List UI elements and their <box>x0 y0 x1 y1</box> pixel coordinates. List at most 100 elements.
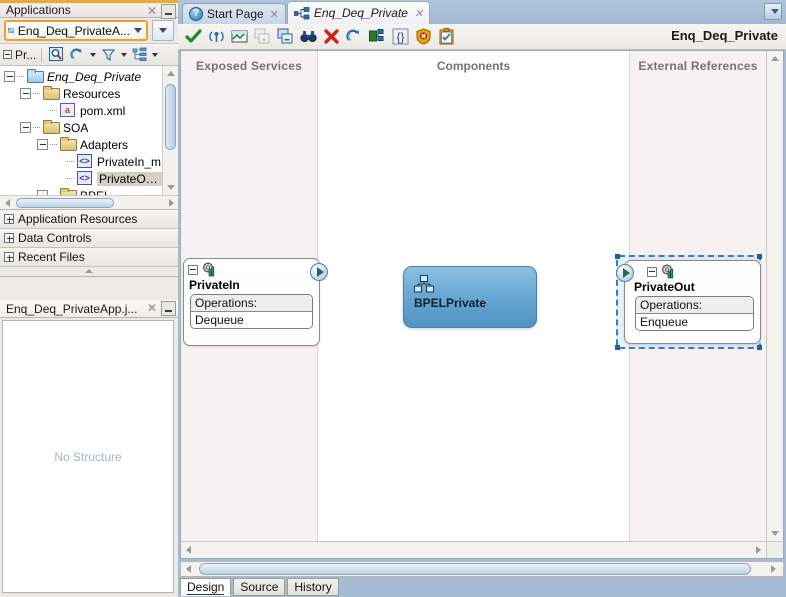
left-dock: Applications ✕ Enq_Deq_PrivateA... Pr...… <box>0 0 178 597</box>
scroll-right-arrow[interactable] <box>766 565 781 573</box>
scroll-up-arrow[interactable] <box>767 51 783 66</box>
expand-icon[interactable] <box>37 139 48 150</box>
expand-icon[interactable] <box>4 71 15 82</box>
editor-horizontal-scrollbar[interactable] <box>180 561 784 577</box>
remove-component-icon[interactable] <box>275 27 295 47</box>
operation-item[interactable]: Enqueue <box>636 314 753 330</box>
scroll-right-arrow[interactable] <box>164 198 178 207</box>
tree-connector <box>50 144 58 145</box>
tree-item-project[interactable]: Enq_Deq_Private <box>0 68 162 85</box>
tree-item-bpel-folder[interactable]: BPEL <box>0 187 162 195</box>
collapse-icon[interactable] <box>3 50 12 59</box>
add-component-icon[interactable] <box>252 27 272 47</box>
tree-item-adapters[interactable]: Adapters <box>0 136 162 153</box>
wsdl-file-icon: <> <box>77 171 94 186</box>
refresh-icon[interactable] <box>68 46 86 64</box>
close-icon[interactable]: ✕ <box>414 7 423 20</box>
composite-diagram[interactable]: Exposed Services External References Com… <box>181 51 766 541</box>
tab-label: Start Page <box>207 7 264 21</box>
component-bpelprivate[interactable]: BPELPrivate <box>403 266 537 328</box>
structure-panel-titlebar: Enq_Deq_PrivateApp.j... ✕ <box>0 300 178 318</box>
project-tree[interactable]: Enq_Deq_Private Resources a pom.xml SOA … <box>0 68 162 195</box>
policies-icon[interactable] <box>413 27 433 47</box>
toolbar-separator <box>41 47 43 62</box>
deploy-icon[interactable] <box>367 27 387 47</box>
accordion-recent-files[interactable]: Recent Files <box>0 248 178 267</box>
expand-icon[interactable] <box>20 88 31 99</box>
tree-item-pom-xml[interactable]: a pom.xml <box>0 102 162 119</box>
scroll-down-arrow[interactable] <box>767 526 783 541</box>
collapse-icon[interactable] <box>647 266 657 277</box>
scroll-left-arrow[interactable] <box>181 565 196 573</box>
chevron-down-icon[interactable] <box>121 52 128 57</box>
chevron-down-icon[interactable] <box>90 52 97 57</box>
close-icon[interactable]: ✕ <box>145 4 159 18</box>
properties-icon[interactable] <box>436 27 456 47</box>
tab-source[interactable]: Source <box>233 578 286 596</box>
scroll-down-arrow[interactable] <box>163 180 178 195</box>
external-reference-privateout[interactable]: PrivateOut Operations: Enqueue <box>616 260 761 344</box>
search-projects-icon[interactable] <box>47 46 65 64</box>
tab-start-page[interactable]: ? Start Page ✕ <box>182 3 286 24</box>
scroll-up-arrow[interactable] <box>163 66 178 81</box>
scrollbar-thumb[interactable] <box>165 84 176 150</box>
tab-design[interactable]: Design <box>180 578 232 596</box>
expand-icon[interactable] <box>4 214 14 224</box>
validate-icon[interactable] <box>183 27 203 47</box>
tree-vertical-scrollbar[interactable] <box>162 66 178 209</box>
project-folder-icon <box>27 69 44 84</box>
scroll-right-arrow[interactable] <box>751 546 766 554</box>
scrollbar-thumb[interactable] <box>199 563 751 575</box>
exposed-service-privatein[interactable]: PrivateIn Operations: Dequeue <box>183 258 328 346</box>
tabbar-dropdown-button[interactable] <box>764 3 782 20</box>
close-icon[interactable]: ✕ <box>270 8 279 21</box>
canvas-vertical-scrollbar[interactable] <box>766 51 783 541</box>
tree-item-privatein[interactable]: <> PrivateIn_m <box>0 153 162 170</box>
editor-dock: ? Start Page ✕ Enq_Deq_Private ✕ {} Enq_… <box>178 0 786 597</box>
tree-horizontal-scrollbar[interactable] <box>0 195 178 209</box>
structure-panel-buttons: ✕ <box>145 301 176 316</box>
scroll-left-arrow[interactable] <box>181 546 196 554</box>
projects-toolbar-label: Pr... <box>3 48 36 62</box>
node-header <box>625 261 760 279</box>
refresh-icon[interactable] <box>344 27 364 47</box>
view-options-icon[interactable] <box>130 46 148 64</box>
close-icon[interactable]: ✕ <box>145 301 159 315</box>
source-braces-icon[interactable]: {} <box>390 27 410 47</box>
accordion-application-resources[interactable]: Application Resources <box>0 210 178 229</box>
operation-item[interactable]: Dequeue <box>191 312 312 328</box>
accordion-data-controls[interactable]: Data Controls <box>0 229 178 248</box>
application-dropdown-button[interactable] <box>152 20 174 41</box>
reference-arrow-icon[interactable] <box>616 264 634 282</box>
jdeveloper-window: Applications ✕ Enq_Deq_PrivateA... Pr...… <box>0 0 786 597</box>
scroll-left-arrow[interactable] <box>0 198 14 207</box>
collapse-icon[interactable] <box>188 264 198 275</box>
scrollbar-track[interactable] <box>14 197 164 209</box>
service-arrow-icon[interactable] <box>310 263 328 281</box>
minimize-icon[interactable] <box>161 301 176 316</box>
panel-splitter[interactable] <box>0 267 178 277</box>
tree-item-soa[interactable]: SOA <box>0 119 162 136</box>
expand-icon[interactable] <box>20 122 31 133</box>
delete-icon[interactable] <box>321 27 341 47</box>
minimize-icon[interactable] <box>161 4 176 19</box>
application-combobox[interactable]: Enq_Deq_PrivateA... <box>4 20 148 41</box>
tab-history[interactable]: History <box>287 578 339 596</box>
filter-icon[interactable] <box>99 46 117 64</box>
tab-label: History <box>294 580 332 594</box>
find-icon[interactable] <box>298 27 318 47</box>
tab-enq-deq-private[interactable]: Enq_Deq_Private ✕ <box>286 1 431 24</box>
monitor-icon[interactable] <box>229 27 249 47</box>
expand-icon[interactable] <box>4 252 14 262</box>
composite-canvas: Exposed Services External References Com… <box>180 50 784 559</box>
tree-item-privateout[interactable]: <> PrivateOut_ <box>0 170 162 187</box>
folder-icon <box>43 86 60 101</box>
expand-icon[interactable] <box>4 233 14 243</box>
test-icon[interactable] <box>206 27 226 47</box>
canvas-horizontal-scrollbar[interactable] <box>181 541 766 558</box>
tree-item-resources[interactable]: Resources <box>0 85 162 102</box>
operations-box: Operations: Enqueue <box>635 296 754 331</box>
scrollbar-thumb[interactable] <box>16 197 114 208</box>
svg-text:{}: {} <box>396 30 404 44</box>
chevron-down-icon[interactable] <box>152 52 159 57</box>
